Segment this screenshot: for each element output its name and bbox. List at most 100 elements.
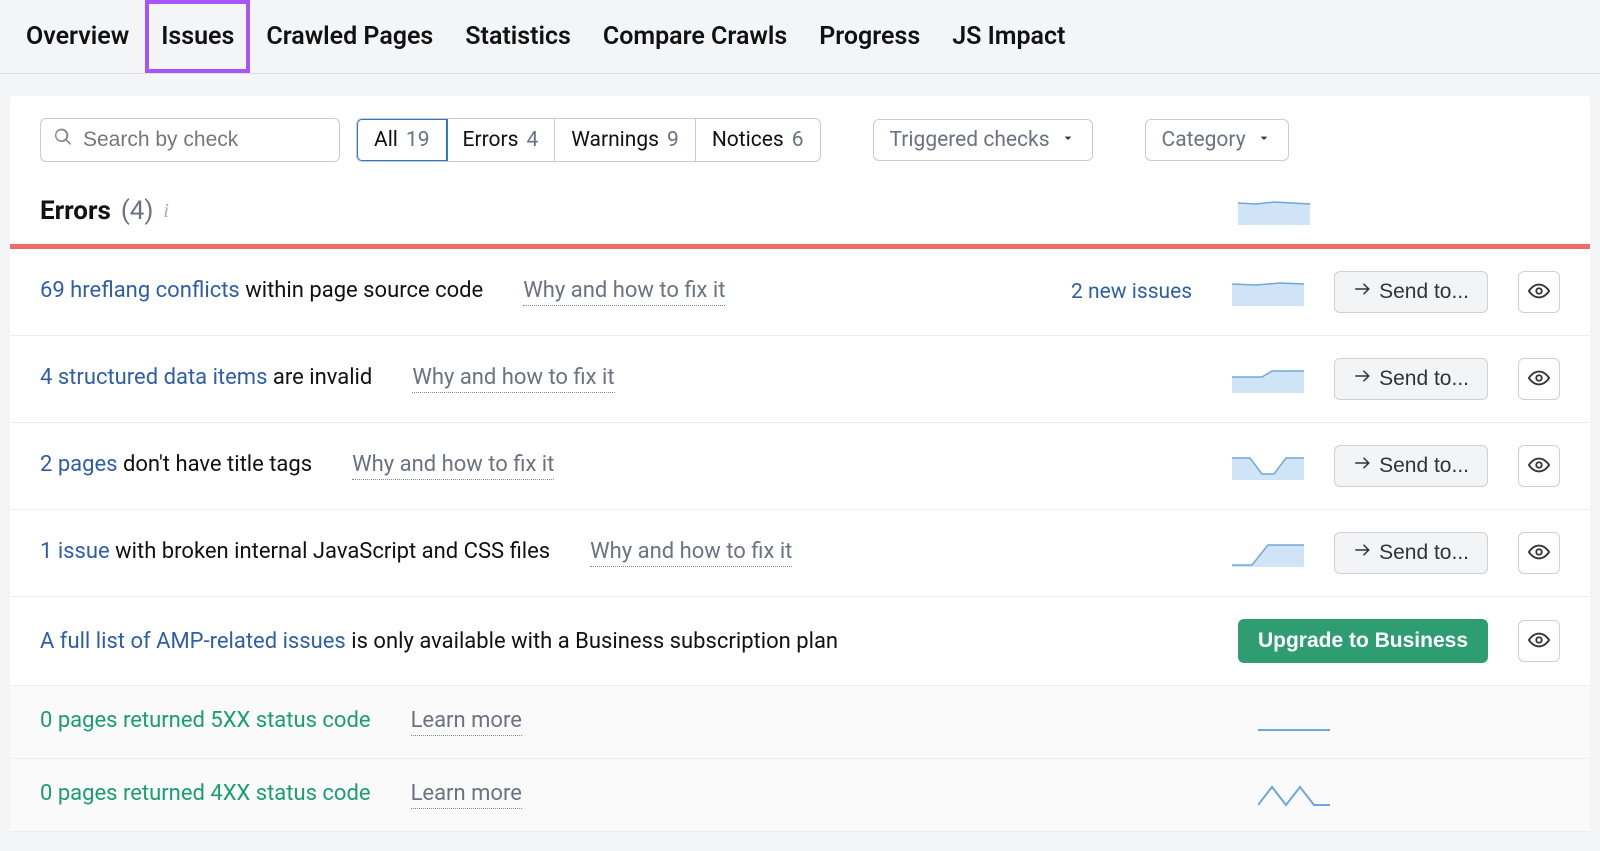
tab-issues[interactable]: Issues [145, 0, 250, 73]
issue-link[interactable]: 4 structured data items [40, 365, 267, 390]
hide-button[interactable] [1518, 532, 1560, 574]
zero-issue-text: 0 pages returned 5XX status code [40, 708, 371, 733]
issue-rows: 69 hreflang conflicts within page source… [10, 249, 1590, 832]
search-input-wrapper[interactable] [40, 118, 340, 162]
fix-link[interactable]: Why and how to fix it [523, 278, 725, 306]
filter-errors[interactable]: Errors 4 [447, 119, 556, 161]
send-to-button[interactable]: Send to... [1334, 445, 1488, 487]
issue-description: 69 hreflang conflicts within page source… [40, 278, 1041, 306]
issue-row: 69 hreflang conflicts within page source… [10, 249, 1590, 336]
filter-segmented: All 19 Errors 4 Warnings 9 Notices 6 [356, 118, 821, 162]
hide-button[interactable] [1518, 445, 1560, 487]
hide-button[interactable] [1518, 620, 1560, 662]
issue-row: 4 structured data items are invalid Why … [10, 336, 1590, 423]
send-to-label: Send to... [1379, 280, 1469, 304]
issue-description: A full list of AMP-related issues is onl… [40, 629, 1208, 654]
controls-row: All 19 Errors 4 Warnings 9 Notices 6 Tri… [10, 96, 1590, 184]
errors-title: Errors [40, 196, 111, 226]
tab-progress[interactable]: Progress [803, 0, 936, 73]
tab-statistics[interactable]: Statistics [449, 0, 587, 73]
send-to-button[interactable]: Send to... [1334, 358, 1488, 400]
fix-link[interactable]: Why and how to fix it [590, 539, 792, 567]
errors-section-header: Errors (4) i [10, 184, 1590, 244]
nav-tabs: Overview Issues Crawled Pages Statistics… [0, 0, 1600, 74]
tab-compare-crawls[interactable]: Compare Crawls [587, 0, 803, 73]
filter-warnings-label: Warnings [571, 128, 659, 152]
sparkline [1232, 452, 1304, 480]
issue-link[interactable]: 69 hreflang conflicts [40, 278, 240, 303]
issue-link[interactable]: 2 pages [40, 452, 118, 477]
filter-warnings-count: 9 [667, 128, 679, 152]
fix-link[interactable]: Why and how to fix it [412, 365, 614, 393]
zero-issue-text: 0 pages returned 4XX status code [40, 781, 371, 806]
amp-link[interactable]: A full list of AMP-related issues [40, 629, 346, 654]
filter-all[interactable]: All 19 [356, 118, 448, 162]
send-to-label: Send to... [1379, 541, 1469, 565]
issue-row: 2 pages don't have title tags Why and ho… [10, 423, 1590, 510]
issue-description: 0 pages returned 5XX status code Learn m… [40, 708, 1228, 736]
triggered-checks-label: Triggered checks [890, 128, 1050, 152]
eye-icon [1528, 454, 1550, 479]
zero-issue-row: 0 pages returned 4XX status code Learn m… [10, 759, 1590, 832]
tab-overview[interactable]: Overview [10, 0, 145, 73]
issue-text: are invalid [267, 365, 372, 390]
sparkline [1258, 781, 1330, 809]
amp-text: is only available with a Business subscr… [346, 629, 838, 654]
filter-errors-count: 4 [526, 128, 538, 152]
arrow-forward-icon [1353, 454, 1371, 478]
filter-warnings[interactable]: Warnings 9 [555, 119, 696, 161]
triggered-checks-dropdown[interactable]: Triggered checks [873, 119, 1093, 161]
tab-js-impact[interactable]: JS Impact [936, 0, 1081, 73]
issue-description: 4 structured data items are invalid Why … [40, 365, 1202, 393]
category-label: Category [1162, 128, 1246, 152]
eye-icon [1528, 280, 1550, 305]
chevron-down-icon [1060, 128, 1076, 152]
fix-link[interactable]: Why and how to fix it [352, 452, 554, 480]
issue-link[interactable]: 1 issue [40, 539, 110, 564]
upgrade-button[interactable]: Upgrade to Business [1238, 619, 1488, 663]
amp-upsell-row: A full list of AMP-related issues is onl… [10, 597, 1590, 686]
sparkline [1238, 197, 1310, 225]
errors-count: (4) [121, 196, 154, 226]
new-issues-badge[interactable]: 2 new issues [1071, 280, 1192, 304]
filter-notices-count: 6 [792, 128, 804, 152]
learn-more-link[interactable]: Learn more [411, 708, 522, 736]
filter-notices[interactable]: Notices 6 [696, 119, 820, 161]
arrow-forward-icon [1353, 367, 1371, 391]
send-to-label: Send to... [1379, 454, 1469, 478]
eye-icon [1528, 629, 1550, 654]
sparkline [1232, 365, 1304, 393]
eye-icon [1528, 367, 1550, 392]
issue-description: 2 pages don't have title tags Why and ho… [40, 452, 1202, 480]
issue-description: 1 issue with broken internal JavaScript … [40, 539, 1202, 567]
tab-crawled-pages[interactable]: Crawled Pages [250, 0, 449, 73]
send-to-button[interactable]: Send to... [1334, 271, 1488, 313]
search-input[interactable] [83, 128, 327, 152]
category-dropdown[interactable]: Category [1145, 119, 1289, 161]
chevron-down-icon [1256, 128, 1272, 152]
issue-description: 0 pages returned 4XX status code Learn m… [40, 781, 1228, 809]
sparkline [1258, 708, 1330, 736]
arrow-forward-icon [1353, 280, 1371, 304]
issue-text: don't have title tags [118, 452, 313, 477]
arrow-forward-icon [1353, 541, 1371, 565]
search-icon [53, 127, 83, 153]
issue-row: 1 issue with broken internal JavaScript … [10, 510, 1590, 597]
zero-issue-row: 0 pages returned 5XX status code Learn m… [10, 686, 1590, 759]
eye-icon [1528, 541, 1550, 566]
send-to-label: Send to... [1379, 367, 1469, 391]
hide-button[interactable] [1518, 358, 1560, 400]
issue-text: with broken internal JavaScript and CSS … [110, 539, 550, 564]
filter-errors-label: Errors [463, 128, 519, 152]
issue-text: within page source code [240, 278, 483, 303]
send-to-button[interactable]: Send to... [1334, 532, 1488, 574]
sparkline [1232, 278, 1304, 306]
info-icon[interactable]: i [163, 200, 169, 223]
sparkline [1232, 539, 1304, 567]
filter-all-label: All [374, 128, 398, 152]
hide-button[interactable] [1518, 271, 1560, 313]
filter-all-count: 19 [406, 128, 430, 152]
filter-notices-label: Notices [712, 128, 784, 152]
issues-panel: All 19 Errors 4 Warnings 9 Notices 6 Tri… [10, 96, 1590, 832]
learn-more-link[interactable]: Learn more [411, 781, 522, 809]
